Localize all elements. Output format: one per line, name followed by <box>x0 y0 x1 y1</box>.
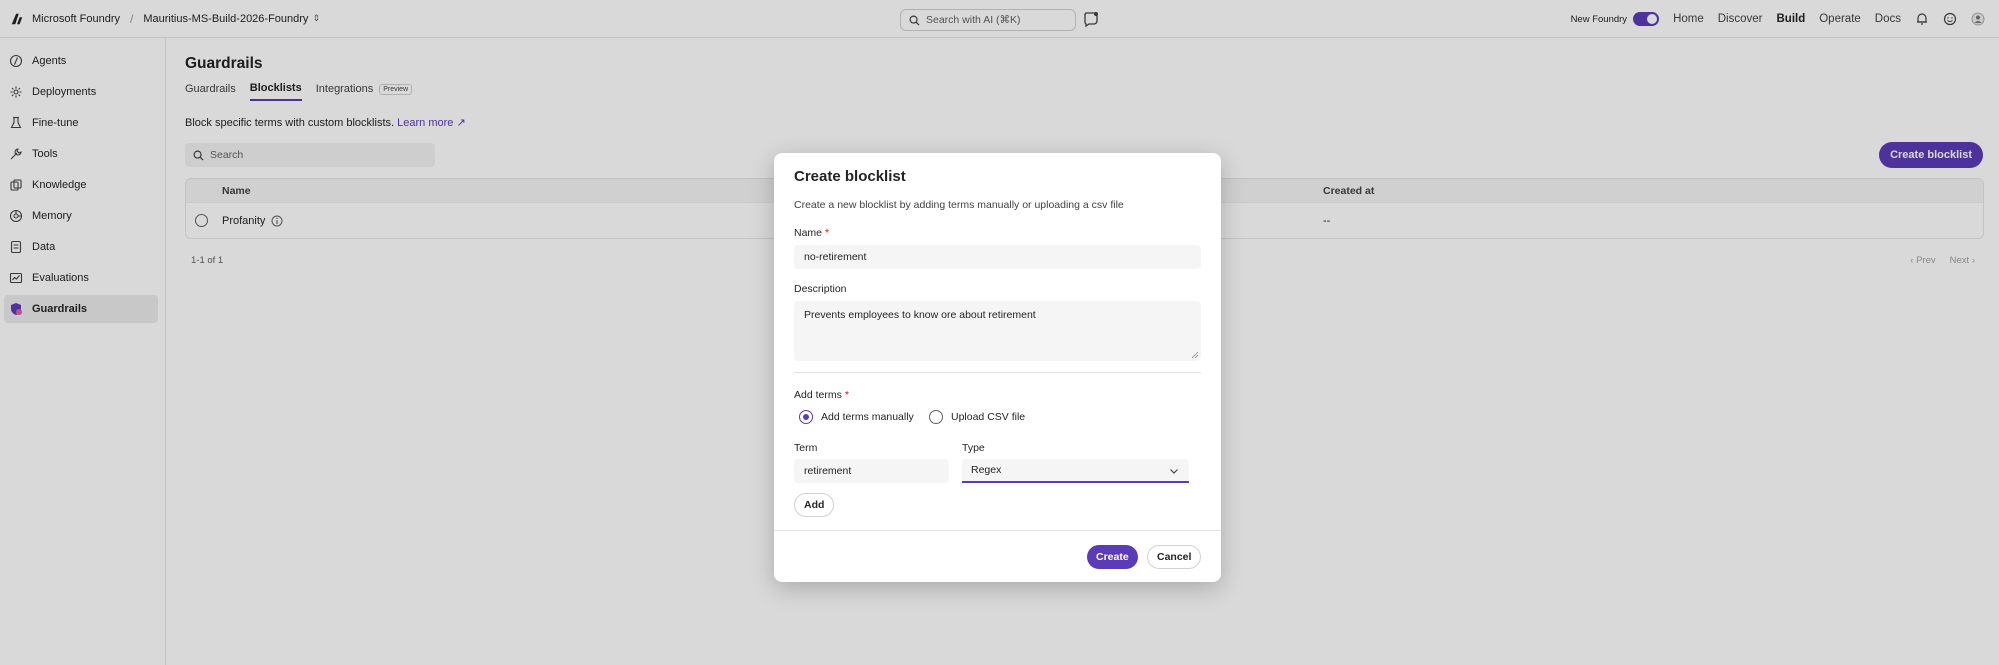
cancel-button[interactable]: Cancel <box>1147 545 1202 569</box>
create-blocklist-dialog: Create blocklist Create a new blocklist … <box>774 153 1221 582</box>
add-term-button[interactable]: Add <box>794 493 835 517</box>
term-label: Term <box>794 442 818 454</box>
add-terms-label-text: Add terms <box>794 389 842 401</box>
radio-upload-csv[interactable]: Upload CSV file <box>929 410 1025 424</box>
description-field[interactable]: Prevents employees to know ore about ret… <box>794 301 1201 361</box>
required-marker: * <box>844 389 849 401</box>
footer-divider <box>774 530 1221 531</box>
dialog-title: Create blocklist <box>794 168 906 185</box>
description-label: Description <box>794 283 847 295</box>
name-label-text: Name <box>794 227 823 239</box>
chevron-down-icon <box>1170 469 1178 474</box>
dialog-subtitle: Create a new blocklist by adding terms m… <box>794 199 1124 211</box>
term-field[interactable]: retirement <box>794 459 949 483</box>
radio-button[interactable] <box>929 410 943 424</box>
radio-label: Upload CSV file <box>951 411 1026 423</box>
radio-button-checked[interactable] <box>799 410 813 424</box>
name-label: Name * <box>794 227 829 239</box>
name-field-value: no-retirement <box>804 251 867 263</box>
name-field[interactable]: no-retirement <box>794 245 1201 269</box>
radio-label: Add terms manually <box>821 411 914 423</box>
type-select-value: Regex <box>971 464 1002 476</box>
create-button[interactable]: Create <box>1087 545 1138 569</box>
required-marker: * <box>825 227 830 239</box>
type-select[interactable]: Regex <box>962 459 1189 483</box>
type-label: Type <box>962 442 985 454</box>
description-field-value: Prevents employees to know ore about ret… <box>804 309 1036 321</box>
section-divider <box>794 372 1201 373</box>
add-terms-label: Add terms * <box>794 389 849 401</box>
resize-grip-icon[interactable] <box>1191 351 1199 359</box>
term-field-value: retirement <box>804 465 852 477</box>
radio-add-terms-manually[interactable]: Add terms manually <box>799 410 914 424</box>
